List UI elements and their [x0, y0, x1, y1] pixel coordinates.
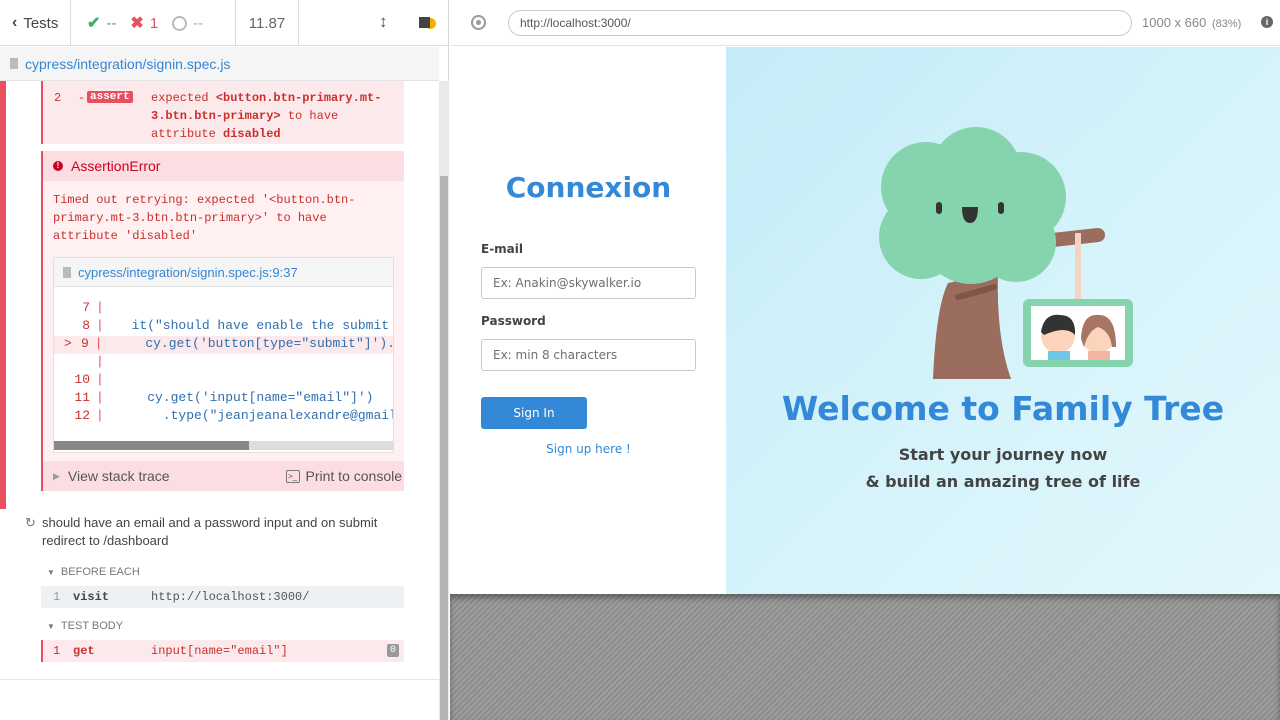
assert-message-value: disabled: [223, 127, 281, 141]
code-line: 12 | .type("jeanjeanalexandre@gmail: [74, 408, 394, 423]
failed-stat: ✖ 1: [130, 13, 158, 33]
failed-test-indicator: [0, 81, 6, 509]
error-header: ! AssertionError: [43, 151, 404, 181]
viewport-size: 1000 x 660 (83%): [1142, 15, 1241, 30]
spec-file-link[interactable]: cypress/integration/signin.spec.js: [25, 56, 230, 72]
code-horizontal-scrollbar[interactable]: [54, 441, 393, 450]
viewport-scale: (83%): [1211, 18, 1242, 30]
reporter-scroll-thumb[interactable]: [440, 176, 448, 720]
chevron-left-icon: ‹: [12, 14, 18, 31]
code-line: 11 | cy.get('input[name="email"]'): [74, 390, 374, 405]
command-arg: http://localhost:3000/: [151, 590, 310, 604]
test-title: should have an email and a password inpu…: [42, 515, 378, 548]
password-label: Password: [481, 314, 546, 328]
command-arg: input[name="email"]: [151, 644, 288, 658]
password-field[interactable]: [481, 339, 696, 371]
code-line-highlight: >9 | cy.get('button[type="submit"]').: [54, 336, 393, 354]
element-count-badge: 0: [386, 644, 399, 657]
cypress-reporter-panel: ‹ Tests ✔ -- ✖ 1 -- 11.87 ↕ cypress/inte…: [0, 0, 449, 720]
hero-panel: Welcome to Family Tree Start your journe…: [726, 47, 1280, 594]
command-dash: -: [78, 91, 86, 105]
passed-count: --: [106, 14, 117, 32]
print-to-console[interactable]: >_ Print to console: [285, 468, 403, 484]
spec-file-bar: cypress/integration/signin.spec.js: [0, 47, 439, 81]
app-viewport: Connexion E-mail Password Sign In Sign u…: [451, 47, 1280, 594]
email-label: E-mail: [481, 242, 524, 256]
command-name: visit: [73, 590, 110, 604]
stop-icon[interactable]: [419, 17, 430, 28]
command-number: 1: [53, 644, 61, 658]
viewport-dimensions: 1000 x 660: [1142, 15, 1207, 30]
error-heading: ! AssertionError: [53, 158, 404, 174]
duration: 11.87: [236, 0, 299, 46]
url-text: http://localhost:3000/: [520, 16, 631, 30]
command-log: 2 - assert expected <button.btn-primary.…: [0, 81, 439, 679]
error-actions: ▶ View stack trace >_ Print to console: [43, 461, 404, 491]
welcome-heading: Welcome to Family Tree: [781, 389, 1225, 428]
hook-test-body[interactable]: ▼ TEST BODY: [47, 620, 123, 632]
login-panel: Connexion E-mail Password Sign In Sign u…: [451, 47, 726, 594]
caret-down-icon: ▼: [47, 621, 55, 631]
code-line: 8 | it("should have enable the submit: [82, 318, 390, 333]
error-message: Timed out retrying: expected '<button.bt…: [53, 193, 356, 243]
command-row[interactable]: 1 visit http://localhost:3000/: [41, 586, 404, 608]
failed-count: 1: [149, 14, 159, 32]
file-icon: [63, 266, 71, 278]
hook-label: BEFORE EACH: [60, 566, 140, 578]
circle-icon: [172, 15, 188, 31]
info-icon[interactable]: i: [1261, 16, 1273, 28]
hook-label: TEST BODY: [60, 620, 124, 632]
command-name: get: [73, 644, 95, 658]
aut-header: http://localhost:3000/ 1000 x 660 (83%) …: [450, 0, 1280, 46]
command-number: 1: [53, 590, 61, 604]
hook-before-each[interactable]: ▼ BEFORE EACH: [47, 566, 140, 578]
caret-right-icon: ▶: [53, 470, 60, 481]
url-input[interactable]: http://localhost:3000/: [508, 10, 1132, 36]
code-line: 7 |: [82, 300, 104, 315]
command-row-failed[interactable]: 1 get input[name="email"] 0: [41, 640, 404, 662]
test-item[interactable]: ↻ should have an email and a password in…: [25, 514, 415, 550]
view-stack-label: View stack trace: [67, 468, 170, 484]
error-title: AssertionError: [71, 158, 161, 174]
refresh-icon: ↻: [25, 515, 36, 530]
pending-stat: --: [172, 15, 203, 32]
caret-down-icon: ▼: [47, 567, 55, 577]
pending-count: --: [193, 14, 204, 32]
print-console-label: Print to console: [305, 468, 403, 484]
sign-up-link[interactable]: Sign up here !: [451, 442, 726, 456]
stats-group: ✔ -- ✖ 1 --: [71, 0, 236, 46]
code-frame-link[interactable]: cypress/integration/signin.spec.js:9:37: [78, 265, 298, 280]
reporter-footer: [0, 679, 439, 720]
sign-in-button[interactable]: Sign In: [481, 397, 587, 429]
tagline-line-1: Start your journey now: [898, 445, 1108, 464]
family-tree-illustration: [879, 127, 1133, 379]
terminal-icon: >_: [285, 469, 300, 483]
code-line: |: [96, 354, 104, 369]
error-marker: >: [64, 336, 72, 351]
passed-stat: ✔ --: [87, 13, 116, 33]
assert-message: expected <button.btn-primary.mt-3.btn.bt…: [151, 89, 401, 143]
code-frame: cypress/integration/signin.spec.js:9:37 …: [53, 257, 394, 453]
tagline-line-2: & build an amazing tree of life: [865, 472, 1141, 491]
x-icon: ✖: [130, 15, 144, 32]
code-line: 10 |: [74, 372, 104, 387]
tests-button[interactable]: ‹ Tests: [0, 0, 71, 46]
alert-icon: !: [53, 161, 63, 171]
brand-title: Connexion: [505, 171, 672, 204]
resize-arrow-icon[interactable]: ↕: [379, 12, 388, 32]
file-icon: [10, 58, 18, 69]
check-icon: ✔: [87, 15, 101, 32]
code-scroll-thumb[interactable]: [54, 441, 249, 450]
command-number: 2: [54, 91, 62, 105]
email-field[interactable]: [481, 267, 696, 299]
assert-command-row[interactable]: 2 - assert expected <button.btn-primary.…: [41, 81, 404, 144]
assert-badge: assert: [87, 91, 133, 103]
aut-panel: http://localhost:3000/ 1000 x 660 (83%) …: [450, 0, 1280, 720]
view-stack-trace[interactable]: ▶ View stack trace: [53, 468, 170, 484]
viewport-background: [450, 594, 1280, 720]
code-frame-header: cypress/integration/signin.spec.js:9:37: [54, 258, 393, 287]
assert-message-pre: expected: [151, 91, 209, 105]
tests-label: Tests: [23, 14, 59, 32]
selector-playground-icon[interactable]: [471, 15, 486, 30]
